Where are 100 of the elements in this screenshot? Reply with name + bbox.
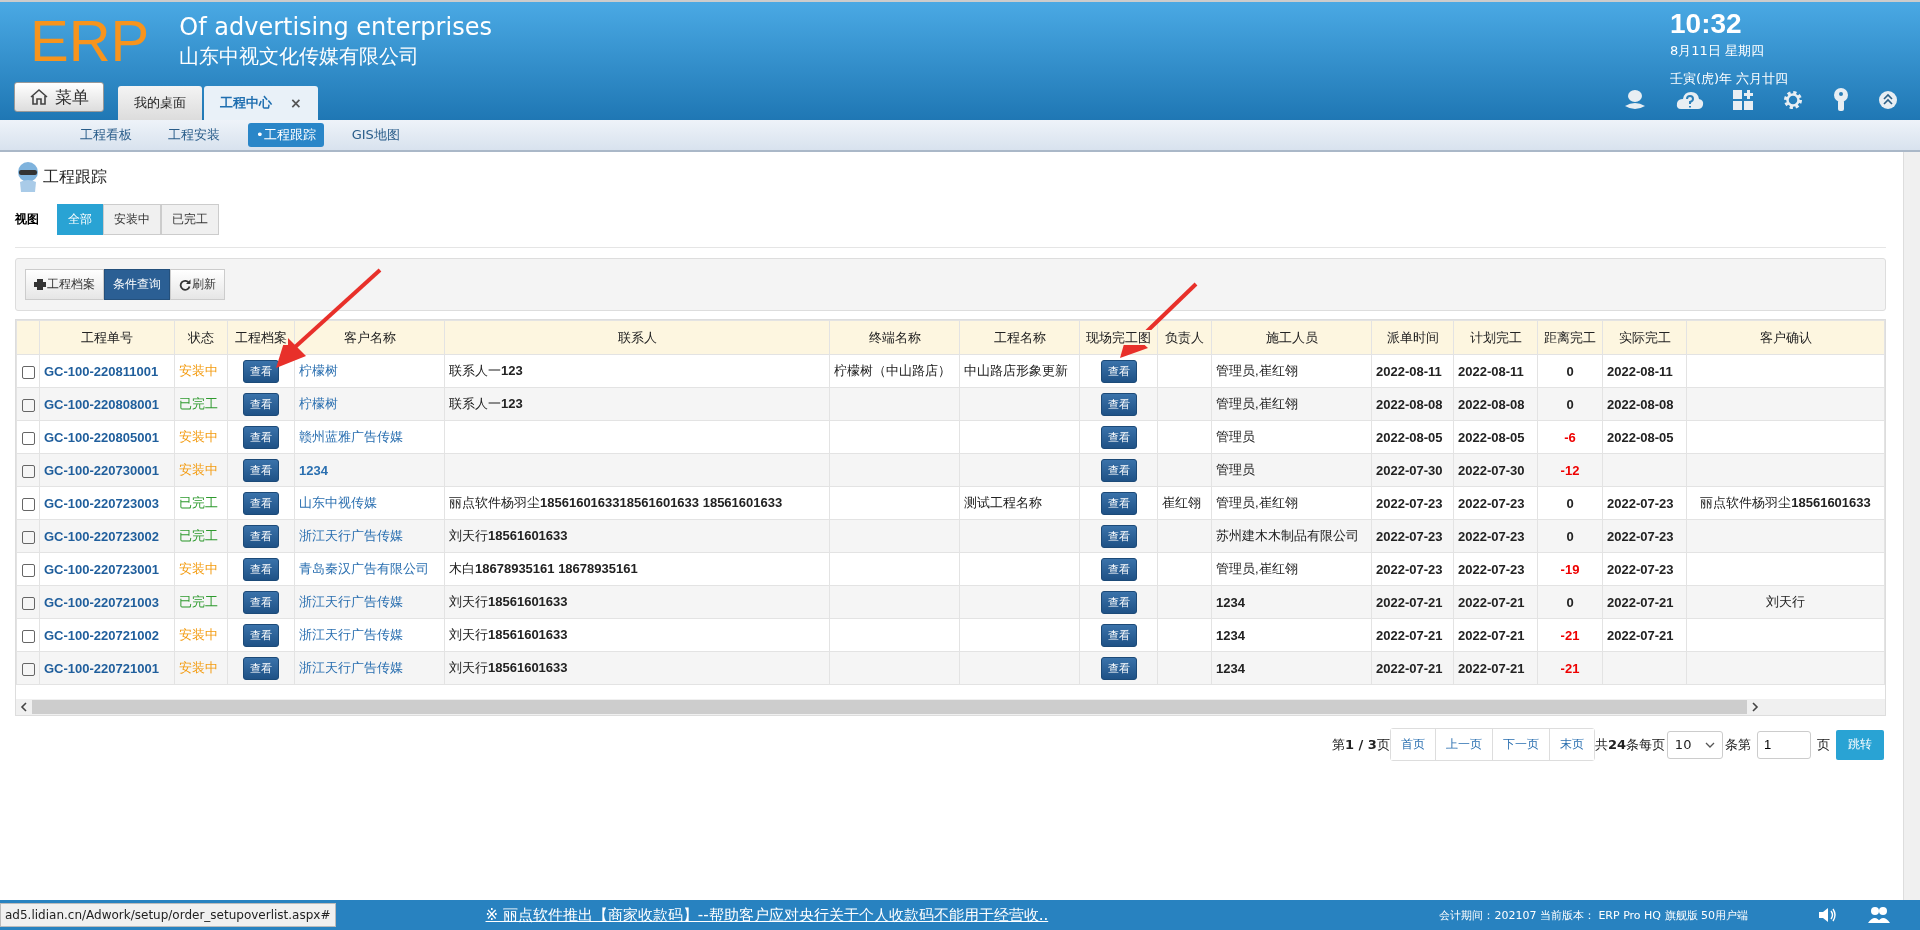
add-widget-icon[interactable]: [1732, 89, 1754, 111]
order-number-link[interactable]: GC-100-220730001: [39, 453, 175, 487]
view-button[interactable]: 查看: [1100, 425, 1137, 449]
view-button[interactable]: 查看: [1100, 557, 1137, 581]
view-button[interactable]: 查看: [243, 557, 279, 581]
row-checkbox[interactable]: [21, 530, 35, 544]
customer-link[interactable]: 浙江天行广告传媒: [294, 618, 445, 652]
toolbar-button[interactable]: 刷新: [170, 269, 225, 300]
settings-icon[interactable]: [1782, 89, 1804, 111]
row-checkbox[interactable]: [21, 662, 35, 676]
row-checkbox[interactable]: [21, 431, 35, 445]
order-number-link[interactable]: GC-100-220721002: [39, 618, 175, 652]
status-cell: 已完工: [174, 486, 228, 520]
order-number-link[interactable]: GC-100-220805001: [39, 420, 175, 454]
view-button[interactable]: 查看: [1100, 392, 1137, 416]
row-checkbox[interactable]: [21, 464, 35, 478]
order-number-link[interactable]: GC-100-220808001: [39, 387, 175, 421]
table-cell: 0: [1537, 387, 1603, 421]
table-cell: 2022-07-30: [1453, 453, 1538, 487]
customer-link[interactable]: 赣州蓝雅广告传媒: [294, 420, 445, 454]
customer-link[interactable]: 浙江天行广告传媒: [294, 651, 445, 685]
table-cell: 丽点软件杨羽尘18561601633: [1686, 486, 1885, 520]
table-cell: 管理员: [1211, 420, 1372, 454]
view-button[interactable]: 查看: [243, 458, 279, 482]
order-number-link[interactable]: GC-100-220811001: [39, 354, 175, 388]
table-cell: 2022-07-21: [1371, 651, 1454, 685]
page-number-field[interactable]: 1: [1757, 730, 1811, 759]
order-number-link[interactable]: GC-100-220723001: [39, 552, 175, 586]
collapse-icon[interactable]: [1878, 90, 1898, 110]
row-checkbox[interactable]: [21, 365, 35, 379]
customer-link[interactable]: 柠檬树: [294, 387, 445, 421]
customer-link[interactable]: 浙江天行广告传媒: [294, 519, 445, 553]
home-icon: [29, 88, 49, 106]
subnav-item[interactable]: •工程跟踪: [248, 123, 324, 147]
page-size-select[interactable]: 10: [1667, 730, 1723, 759]
tab[interactable]: 我的桌面: [118, 86, 202, 120]
pager-label: 条第: [1725, 735, 1751, 754]
view-button[interactable]: 查看: [243, 425, 279, 449]
table-cell: 中山路店形象更新: [959, 354, 1080, 388]
speaker-icon[interactable]: [1818, 907, 1838, 923]
table-cell: 2022-07-23: [1602, 519, 1687, 553]
subnav-item[interactable]: 工程看板: [72, 123, 140, 147]
table-cell: 2022-08-05: [1371, 420, 1454, 454]
table-cell: 2022-08-08: [1453, 387, 1538, 421]
toolbar-button[interactable]: 条件查询: [104, 269, 170, 300]
order-number-link[interactable]: GC-100-220721001: [39, 651, 175, 685]
column-header: 终端名称: [867, 329, 922, 345]
subnav-item[interactable]: 工程安装: [160, 123, 228, 147]
view-button[interactable]: 查看: [243, 392, 279, 416]
view-button[interactable]: 查看: [243, 491, 279, 515]
status-cell: 安装中: [174, 552, 228, 586]
customer-link[interactable]: 青岛秦汉广告有限公司: [294, 552, 445, 586]
table-cell: 联系人一123: [444, 387, 830, 421]
menu-button[interactable]: 菜单: [14, 82, 104, 112]
view-button[interactable]: 查看: [1100, 656, 1137, 680]
pager-label: 页: [1817, 735, 1830, 754]
view-button[interactable]: 查看: [243, 524, 279, 548]
view-button[interactable]: 查看: [1100, 524, 1137, 548]
status-cell: 安装中: [174, 354, 228, 388]
view-button[interactable]: 查看: [1100, 359, 1137, 383]
view-filter-button[interactable]: 安装中: [103, 204, 161, 235]
cloud-help-icon[interactable]: [1676, 89, 1704, 111]
view-button[interactable]: 查看: [1100, 623, 1137, 647]
row-checkbox[interactable]: [21, 497, 35, 511]
table-cell: -12: [1537, 453, 1603, 487]
page-title: 工程跟踪: [43, 166, 107, 188]
order-number-link[interactable]: GC-100-220721003: [39, 585, 175, 619]
refresh-icon: [179, 278, 191, 291]
close-icon[interactable]: ×: [290, 95, 302, 111]
toolbar-button[interactable]: 工程档案: [25, 269, 104, 300]
table-cell: 2022-07-23: [1371, 552, 1454, 586]
customer-link[interactable]: 山东中视传媒: [294, 486, 445, 520]
subnav-item[interactable]: GIS地图: [343, 123, 408, 147]
order-number-link[interactable]: GC-100-220723002: [39, 519, 175, 553]
view-button[interactable]: 查看: [1100, 590, 1137, 614]
tab[interactable]: 工程中心 ×: [204, 86, 318, 120]
view-button[interactable]: 查看: [243, 623, 279, 647]
page-button[interactable]: 首页: [1390, 729, 1436, 760]
users-icon[interactable]: [1868, 906, 1890, 924]
row-checkbox[interactable]: [21, 629, 35, 643]
table-cell: -6: [1537, 420, 1603, 454]
view-button[interactable]: 查看: [243, 656, 279, 680]
horizontal-scrollbar[interactable]: [16, 699, 1885, 715]
row-checkbox[interactable]: [21, 398, 35, 412]
order-number-link[interactable]: GC-100-220723003: [39, 486, 175, 520]
key-icon[interactable]: [1832, 88, 1850, 112]
customer-link[interactable]: 浙江天行广告传媒: [294, 585, 445, 619]
customer-link[interactable]: 1234: [294, 453, 445, 487]
column-header: 工程档案: [234, 329, 288, 345]
table-cell: 2022-07-23: [1371, 486, 1454, 520]
view-button[interactable]: 查看: [243, 359, 279, 383]
view-button[interactable]: 查看: [1100, 491, 1137, 515]
view-button[interactable]: 查看: [1100, 458, 1137, 482]
view-filter-button[interactable]: 已完工: [161, 204, 219, 235]
view-button[interactable]: 查看: [243, 590, 279, 614]
row-checkbox[interactable]: [21, 563, 35, 577]
table-cell: 苏州建木木制品有限公司: [1211, 519, 1372, 553]
table-cell: 2022-07-30: [1371, 453, 1454, 487]
row-checkbox[interactable]: [21, 596, 35, 610]
notice-link[interactable]: ※ 丽点软件推出【商家收款码】--帮助客户应对央行关于个人收款码不能用于经营收..: [485, 905, 1049, 925]
